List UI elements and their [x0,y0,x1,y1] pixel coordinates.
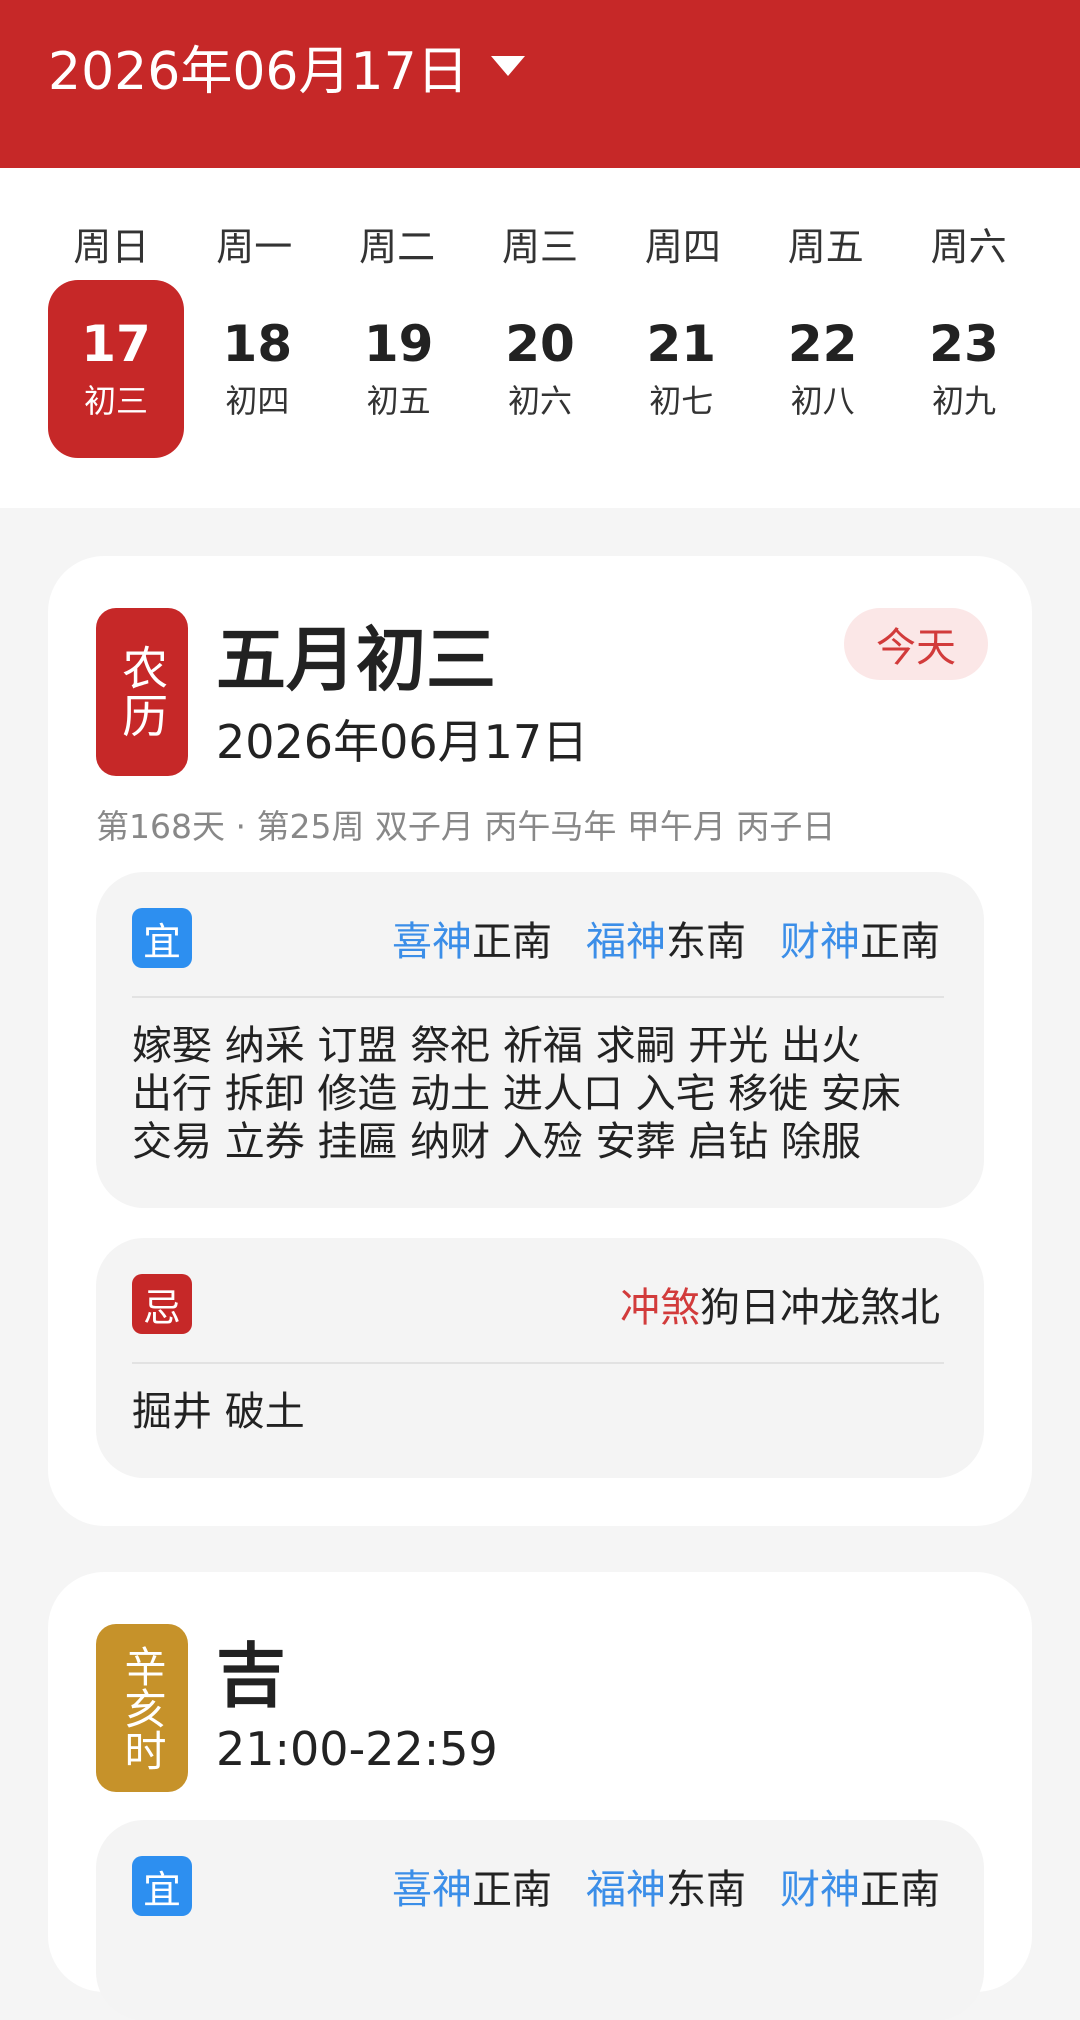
date-picker-toggle[interactable]: 2026年06月17日 [48,29,525,104]
day-cell[interactable]: 19 初五 [331,280,467,458]
week-days: 17 初三 18 初四 19 初五 20 初六 21 初七 22 初八 23 初… [48,280,1032,458]
activity-line: 掘井 破土 [132,1389,305,1435]
lunar-day-card: 农历 五月初三 2026年06月17日 今天 第168天 · 第25周 双子月 … [48,556,1032,1526]
chongsha-text: 狗日冲龙煞北 [700,1285,940,1331]
god-name: 喜神 [392,1867,472,1913]
chongsha-label: 冲煞 [620,1285,700,1331]
divider [132,1362,944,1364]
day-lunar: 初三 [83,381,148,420]
day-number: 17 [81,314,151,373]
yi-panel: 宜 喜神正南 福神东南 财神正南 嫁娶 纳采 订盟 祭祀 祈福 求嗣 开光 出火… [96,872,984,1208]
chongsha-info: 冲煞 狗日冲龙煞北 [620,1274,940,1334]
god-direction: 正南 [860,919,940,965]
hour-time-range: 21:00-22:59 [216,1722,498,1776]
god-xishen: 喜神正南 [392,909,552,967]
weekday-label: 周五 [787,225,864,269]
gods-directions: 喜神正南 福神东南 财神正南 [358,1856,940,1916]
day-lunar: 初六 [507,381,572,420]
week-strip: 周日 周一 周二 周三 周四 周五 周六 17 初三 18 初四 19 初五 2… [0,168,1080,508]
divider [132,996,944,998]
god-name: 财神 [780,1867,860,1913]
day-lunar: 初九 [931,381,996,420]
activity-line: 出行 拆卸 修造 动土 进人口 入宅 移徙 安床 [132,1071,902,1117]
lunar-date-title: 五月初三 [216,619,496,701]
hour-fortune-title: 吉 [216,1635,286,1717]
day-lunar: 初四 [225,381,290,420]
day-cell[interactable]: 21 初七 [613,280,749,458]
hour-badge: 辛亥时 [96,1624,188,1792]
god-xishen: 喜神正南 [392,1857,552,1915]
weekday-label: 周六 [930,225,1007,269]
day-lunar: 初五 [366,381,431,420]
god-direction: 东南 [666,919,746,965]
app-header: 2026年06月17日 [0,0,1080,168]
weekday-header: 周日 周一 周二 周三 周四 周五 周六 [40,216,1040,271]
day-number: 20 [505,314,575,373]
lunar-badge: 农历 [96,608,188,776]
day-info-line: 第168天 · 第25周 双子月 丙午马年 甲午月 丙子日 [96,807,836,846]
god-direction: 正南 [472,919,552,965]
day-number: 19 [363,314,434,373]
day-lunar: 初八 [790,381,855,420]
today-badge[interactable]: 今天 [844,608,988,680]
gregorian-date: 2026年06月17日 [216,715,589,769]
god-name: 财神 [780,919,860,965]
day-cell[interactable]: 18 初四 [189,280,325,458]
god-name: 福神 [586,1867,666,1913]
god-fushen: 福神东南 [586,1857,746,1915]
activity-line: 嫁娶 纳采 订盟 祭祀 祈福 求嗣 开光 出火 [132,1023,862,1069]
weekday-label: 周三 [502,225,579,269]
god-direction: 东南 [666,1867,746,1913]
god-fushen: 福神东南 [586,909,746,967]
weekday-label: 周一 [216,225,293,269]
hour-card: 辛亥时 吉 21:00-22:59 宜 喜神正南 福神东南 财神正南 [48,1572,1032,2020]
day-cell[interactable]: 20 初六 [472,280,608,458]
day-number: 22 [787,314,858,373]
header-date: 2026年06月17日 [48,41,469,102]
hour-yi-panel: 宜 喜神正南 福神东南 财神正南 [96,1820,984,2020]
weekday-label: 周二 [359,225,436,269]
chevron-down-icon [490,56,525,76]
activity-line: 交易 立券 挂匾 纳财 入殓 安葬 启钻 除服 [132,1119,862,1165]
gods-directions: 喜神正南 福神东南 财神正南 [358,908,940,968]
weekday-label: 周四 [644,225,721,269]
yi-activities: 嫁娶 纳采 订盟 祭祀 祈福 求嗣 开光 出火 出行 拆卸 修造 动土 进人口 … [132,1022,944,1166]
yi-tag: 宜 [132,908,192,968]
ji-tag: 忌 [132,1274,192,1334]
yi-tag: 宜 [132,1856,192,1916]
god-name: 喜神 [392,919,472,965]
god-caishen: 财神正南 [780,1857,940,1915]
day-cell-selected[interactable]: 17 初三 [48,280,184,458]
day-cell[interactable]: 22 初八 [755,280,891,458]
ji-activities: 掘井 破土 [132,1388,944,1436]
god-name: 福神 [586,919,666,965]
day-number: 23 [929,314,999,373]
day-number: 21 [646,314,717,373]
weekday-label: 周日 [73,225,150,269]
god-caishen: 财神正南 [780,909,940,967]
day-cell[interactable]: 23 初九 [896,280,1032,458]
god-direction: 正南 [472,1867,552,1913]
god-direction: 正南 [860,1867,940,1913]
ji-panel: 忌 冲煞 狗日冲龙煞北 掘井 破土 [96,1238,984,1478]
day-lunar: 初七 [649,381,714,420]
day-number: 18 [222,314,293,373]
